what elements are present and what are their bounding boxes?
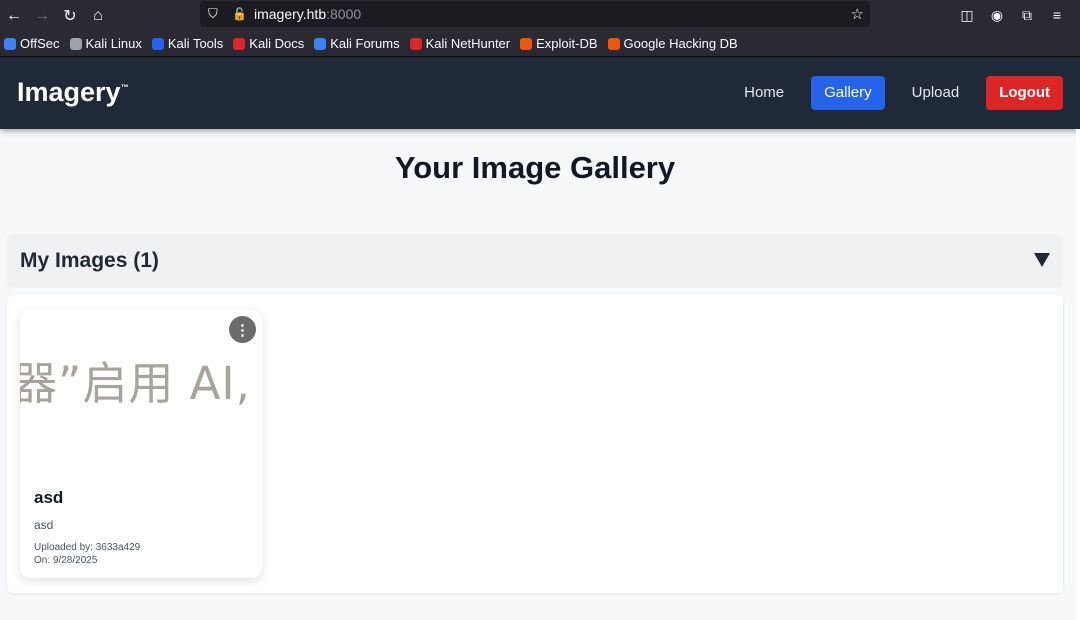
url-bar[interactable]: ⛉ 🔓 imagery.htb:8000 ☆ [200, 1, 870, 27]
google-hacking-db-icon [607, 37, 620, 50]
main-nav: Home Gallery Upload Logout [731, 76, 1063, 110]
logo-text: Imagery [17, 77, 121, 107]
image-meta: Uploaded by: 3633a429 On: 9/28/2025 [34, 541, 140, 567]
thumbnail-image-text: 器”启用 AI, [20, 357, 251, 410]
collapse-triangle-icon[interactable] [1034, 253, 1050, 267]
exploit-db-icon [520, 37, 533, 50]
home-icon[interactable]: ⌂ [84, 2, 112, 30]
bookmark-label: Kali Linux [85, 36, 142, 51]
bookmark-label: Kali Tools [167, 36, 224, 51]
image-thumbnail[interactable]: 器”启用 AI, ⋮ [20, 310, 262, 475]
nav-upload-link[interactable]: Upload [899, 76, 973, 110]
bookmark-label: Kali Forums [330, 36, 400, 51]
url-host: imagery.htb [254, 6, 327, 22]
lock-icon[interactable]: 🔓 [232, 7, 248, 21]
kali-docs-icon [233, 37, 246, 50]
site-header: Imagery™ Home Gallery Upload Logout [0, 57, 1080, 129]
bookmark-label: Google Hacking DB [623, 36, 738, 51]
window-edge [1076, 129, 1080, 620]
bookmark-label: OffSec [20, 36, 60, 51]
page-title: Your Image Gallery [394, 150, 676, 185]
uploaded-by: Uploaded by: 3633a429 [34, 542, 141, 553]
logo-trademark: ™ [120, 83, 129, 92]
offsec-icon [4, 37, 16, 50]
site-logo[interactable]: Imagery™ [17, 77, 129, 108]
logout-button[interactable]: Logout [986, 76, 1063, 110]
pocket-icon[interactable]: ◫ [956, 2, 978, 28]
forward-icon[interactable]: → [28, 2, 56, 30]
bookmark-star-icon[interactable]: ☆ [851, 5, 864, 23]
bookmarks-bar: OffSec Kali Linux Kali Tools Kali Docs K… [0, 31, 1080, 57]
bookmark-kali-linux[interactable]: Kali Linux [69, 36, 142, 51]
my-images-section-header[interactable]: My Images (1) [7, 234, 1063, 288]
account-icon[interactable]: ◉ [986, 2, 1008, 28]
menu-icon[interactable]: ≡ [1046, 2, 1068, 28]
kebab-menu-icon: ⋮ [235, 321, 250, 339]
bookmark-label: Kali NetHunter [425, 36, 511, 51]
nav-gallery-button[interactable]: Gallery [811, 76, 885, 110]
extensions-icon[interactable]: ⧉ [1016, 2, 1038, 28]
bookmark-kali-forums[interactable]: Kali Forums [314, 36, 400, 51]
bookmark-offsec[interactable]: OffSec [4, 36, 60, 51]
nav-home-link[interactable]: Home [731, 76, 797, 110]
reload-icon[interactable]: ↻ [56, 2, 84, 30]
upload-date: On: 9/28/2025 [34, 555, 98, 566]
browser-toolbar: ← → ↻ ⌂ ⛉ 🔓 imagery.htb:8000 ☆ ◫ ◉ ⧉ ≡ [0, 0, 1080, 31]
shield-icon[interactable]: ⛉ [208, 6, 224, 22]
kali-nethunter-icon [409, 37, 422, 50]
bookmark-kali-nethunter[interactable]: Kali NetHunter [409, 36, 511, 51]
kali-forums-icon [314, 37, 327, 50]
section-title: My Images (1) [20, 249, 159, 272]
bookmark-google-hacking-db[interactable]: Google Hacking DB [607, 36, 738, 51]
bookmark-exploit-db[interactable]: Exploit-DB [520, 36, 598, 51]
kali-tools-icon [151, 37, 164, 50]
bookmark-kali-tools[interactable]: Kali Tools [151, 36, 224, 51]
card-menu-button[interactable]: ⋮ [229, 316, 256, 343]
image-description: asd [34, 518, 54, 532]
kali-linux-icon [69, 37, 82, 50]
image-card[interactable]: 器”启用 AI, ⋮ asd asd Uploaded by: 3633a429… [20, 310, 262, 578]
bookmark-label: Exploit-DB [536, 36, 598, 51]
image-title: asd [34, 488, 64, 507]
bookmark-kali-docs[interactable]: Kali Docs [233, 36, 304, 51]
url-port: :8000 [326, 6, 362, 22]
bookmark-label: Kali Docs [249, 36, 305, 51]
back-icon[interactable]: ← [0, 2, 28, 30]
